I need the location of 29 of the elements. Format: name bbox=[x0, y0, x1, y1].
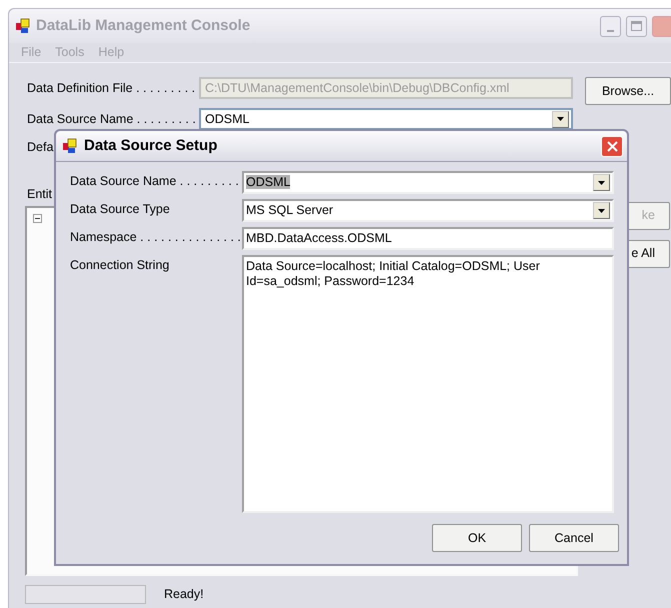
entities-label: Entit bbox=[27, 186, 54, 203]
collapse-icon[interactable] bbox=[33, 214, 42, 222]
dropdown-field[interactable]: ODSML bbox=[242, 171, 614, 194]
caret-down-icon bbox=[598, 180, 605, 184]
dropdown-button[interactable] bbox=[593, 202, 610, 219]
connection-string-textarea[interactable]: Data Source=localhost; Initial Catalog=ODSML; User Id=sa_odsml; Password=1234 bbox=[242, 255, 614, 513]
caret-down-icon bbox=[557, 117, 564, 121]
dropdown-button[interactable] bbox=[593, 174, 610, 191]
field-label: Data Source Name . . . . . . . . . bbox=[27, 110, 197, 128]
app-logo-icon bbox=[62, 138, 78, 154]
browse-button[interactable]: Browse... bbox=[585, 77, 671, 105]
dialog-title: Data Source Setup bbox=[84, 136, 218, 156]
dialog-button[interactable]: Cancel bbox=[529, 524, 619, 552]
caret-down-icon bbox=[598, 208, 605, 212]
dropdown-field[interactable]: ODSML bbox=[199, 108, 573, 130]
field-label: Namespace . . . . . . . . . . . . . . . bbox=[70, 229, 242, 246]
input-field[interactable]: MBD.DataAccess.ODSML bbox=[242, 227, 614, 250]
dropdown-button[interactable] bbox=[552, 110, 569, 128]
field-label: Defa bbox=[27, 139, 54, 156]
close-icon bbox=[606, 140, 618, 152]
dropdown-field[interactable]: MS SQL Server bbox=[242, 199, 614, 222]
dialog-button[interactable]: OK bbox=[432, 524, 522, 552]
status-text: Ready! bbox=[164, 586, 204, 603]
field-label: Data Source Name . . . . . . . . . bbox=[70, 173, 240, 190]
field-label: Connection String bbox=[70, 257, 170, 274]
field-label: Data Definition File . . . . . . . . . bbox=[27, 80, 196, 97]
window-title: DataLib Management Console bbox=[36, 16, 252, 36]
app-logo-icon bbox=[15, 18, 31, 34]
field-label: Data Source Type bbox=[70, 201, 171, 218]
